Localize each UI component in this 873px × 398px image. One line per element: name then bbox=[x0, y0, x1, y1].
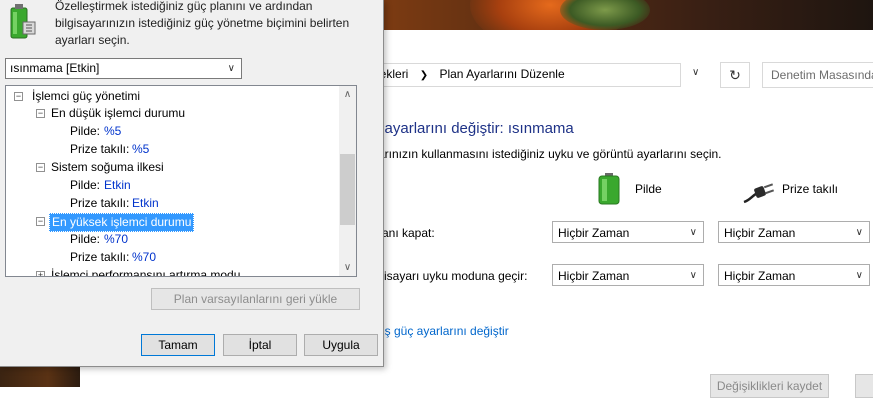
breadcrumb-separator-icon: ❯ bbox=[419, 70, 429, 81]
tree-item-min-processor-state[interactable]: − En düşük işlemci durumu bbox=[6, 105, 336, 122]
select-value: Hiçbir Zaman bbox=[558, 226, 630, 240]
chevron-down-icon: ∨ bbox=[227, 63, 235, 74]
chevron-down-icon: ∨ bbox=[689, 270, 697, 281]
tree-item-min-plugged[interactable]: Prize takılı: %5 bbox=[6, 141, 336, 158]
scrollbar-thumb[interactable] bbox=[340, 154, 355, 225]
expand-icon[interactable]: + bbox=[36, 271, 45, 276]
tree-item-label: Prize takılı: bbox=[70, 250, 130, 264]
settings-tree[interactable]: − İşlemci güç yönetimi − En düşük işlemc… bbox=[5, 85, 357, 277]
tree-item-label: Pilde: bbox=[70, 178, 101, 192]
select-value: Hiçbir Zaman bbox=[724, 269, 796, 283]
tree-item-value[interactable]: %70 bbox=[104, 231, 128, 248]
battery-icon bbox=[598, 173, 620, 205]
select-value: ısınmama [Etkin] bbox=[10, 61, 100, 75]
chevron-down-icon: ∨ bbox=[855, 227, 863, 238]
breadcrumb-item-current[interactable]: Plan Ayarlarını Düzenle bbox=[439, 67, 564, 81]
tree-item-value[interactable]: %70 bbox=[132, 249, 156, 266]
scroll-down-icon[interactable]: ∨ bbox=[339, 259, 356, 276]
tree-item-cooling-plugged[interactable]: Prize takılı: Etkin bbox=[6, 195, 336, 212]
tree-item-label: Pilde: bbox=[70, 232, 101, 246]
sleep-plugged-select[interactable]: Hiçbir Zaman ∨ bbox=[718, 264, 870, 286]
tree-scrollbar[interactable]: ∧ ∨ bbox=[339, 86, 356, 276]
breadcrumb: nekleri ❯ Plan Ayarlarını Düzenle bbox=[373, 63, 565, 85]
power-battery-icon bbox=[10, 4, 36, 39]
power-plan-select[interactable]: ısınmama [Etkin] ∨ bbox=[5, 58, 242, 79]
dialog-intro-text: Özelleştirmek istediğiniz güç planını ve… bbox=[55, 0, 350, 47]
page-heading: n ayarlarını değiştir: ısınmama bbox=[372, 120, 574, 137]
tree-item-label: En yüksek işlemci durumu bbox=[49, 213, 195, 232]
tree-item-processor-power[interactable]: − İşlemci güç yönetimi bbox=[6, 88, 336, 105]
restore-defaults-button[interactable]: Plan varsayılanlarını geri yükle bbox=[151, 288, 360, 310]
tree-item-label: Prize takılı: bbox=[70, 142, 130, 156]
tree-item-label: En düşük işlemci durumu bbox=[51, 106, 186, 120]
tree-item-label: İşlemci performansını artırma modu bbox=[51, 268, 241, 277]
tree-item-cooling-battery[interactable]: Pilde: Etkin bbox=[6, 177, 336, 194]
sleep-label: ilgisayarı uyku moduna geçir: bbox=[372, 269, 528, 283]
collapse-icon[interactable]: − bbox=[14, 92, 23, 101]
tree-item-value[interactable]: Etkin bbox=[132, 195, 159, 212]
sleep-battery-select[interactable]: Hiçbir Zaman ∨ bbox=[552, 264, 704, 286]
collapse-icon[interactable]: − bbox=[36, 217, 45, 226]
collapse-icon[interactable]: − bbox=[36, 109, 45, 118]
turn-off-display-plugged-select[interactable]: Hiçbir Zaman ∨ bbox=[718, 221, 870, 243]
tree-item-boost-mode[interactable]: + İşlemci performansını artırma modu bbox=[6, 267, 336, 277]
tree-item-value[interactable]: %5 bbox=[104, 123, 121, 140]
plug-icon bbox=[743, 183, 775, 204]
tree-item-min-battery[interactable]: Pilde: %5 bbox=[6, 123, 336, 140]
chevron-down-icon: ∨ bbox=[689, 227, 697, 238]
tree-item-value[interactable]: %5 bbox=[132, 141, 149, 158]
address-history-chevron-icon[interactable]: ∨ bbox=[692, 67, 699, 78]
tree-item-label: İşlemci güç yönetimi bbox=[32, 89, 141, 103]
tree-item-max-processor-state[interactable]: − En yüksek işlemci durumu bbox=[6, 213, 336, 232]
tree-item-value[interactable]: Etkin bbox=[104, 177, 131, 194]
apply-button[interactable]: Uygula bbox=[304, 334, 378, 356]
scroll-up-icon[interactable]: ∧ bbox=[339, 86, 356, 103]
tree-item-max-battery[interactable]: Pilde: %70 bbox=[6, 231, 336, 248]
cancel-button[interactable] bbox=[855, 374, 873, 398]
turn-off-display-battery-select[interactable]: Hiçbir Zaman ∨ bbox=[552, 221, 704, 243]
column-header-plugged: Prize takılı bbox=[782, 182, 839, 196]
advanced-settings-link[interactable]: miş güç ayarlarını değiştir bbox=[372, 324, 509, 338]
save-changes-button[interactable]: Değişiklikleri kaydet bbox=[710, 374, 829, 398]
tree-item-label: Pilde: bbox=[70, 124, 101, 138]
cancel-button[interactable]: İptal bbox=[223, 334, 297, 356]
tree-item-max-plugged[interactable]: Prize takılı: %70 bbox=[6, 249, 336, 266]
search-input[interactable]: Denetim Masasında bbox=[762, 62, 873, 88]
tree-item-label: Sistem soğuma ilkesi bbox=[51, 160, 164, 174]
refresh-icon[interactable]: ↻ bbox=[720, 62, 750, 88]
collapse-icon[interactable]: − bbox=[36, 163, 45, 172]
select-value: Hiçbir Zaman bbox=[724, 226, 796, 240]
tree-item-label: Prize takılı: bbox=[70, 196, 130, 210]
select-value: Hiçbir Zaman bbox=[558, 269, 630, 283]
tree-item-cooling-policy[interactable]: − Sistem soğuma ilkesi bbox=[6, 159, 336, 176]
power-options-dialog: Özelleştirmek istediğiniz güç planını ve… bbox=[0, 0, 384, 367]
chevron-down-icon: ∨ bbox=[855, 270, 863, 281]
page-description: yarınızın kullanmasını istediğiniz uyku … bbox=[372, 147, 722, 161]
column-header-battery: Pilde bbox=[635, 182, 662, 196]
ok-button[interactable]: Tamam bbox=[141, 334, 215, 356]
